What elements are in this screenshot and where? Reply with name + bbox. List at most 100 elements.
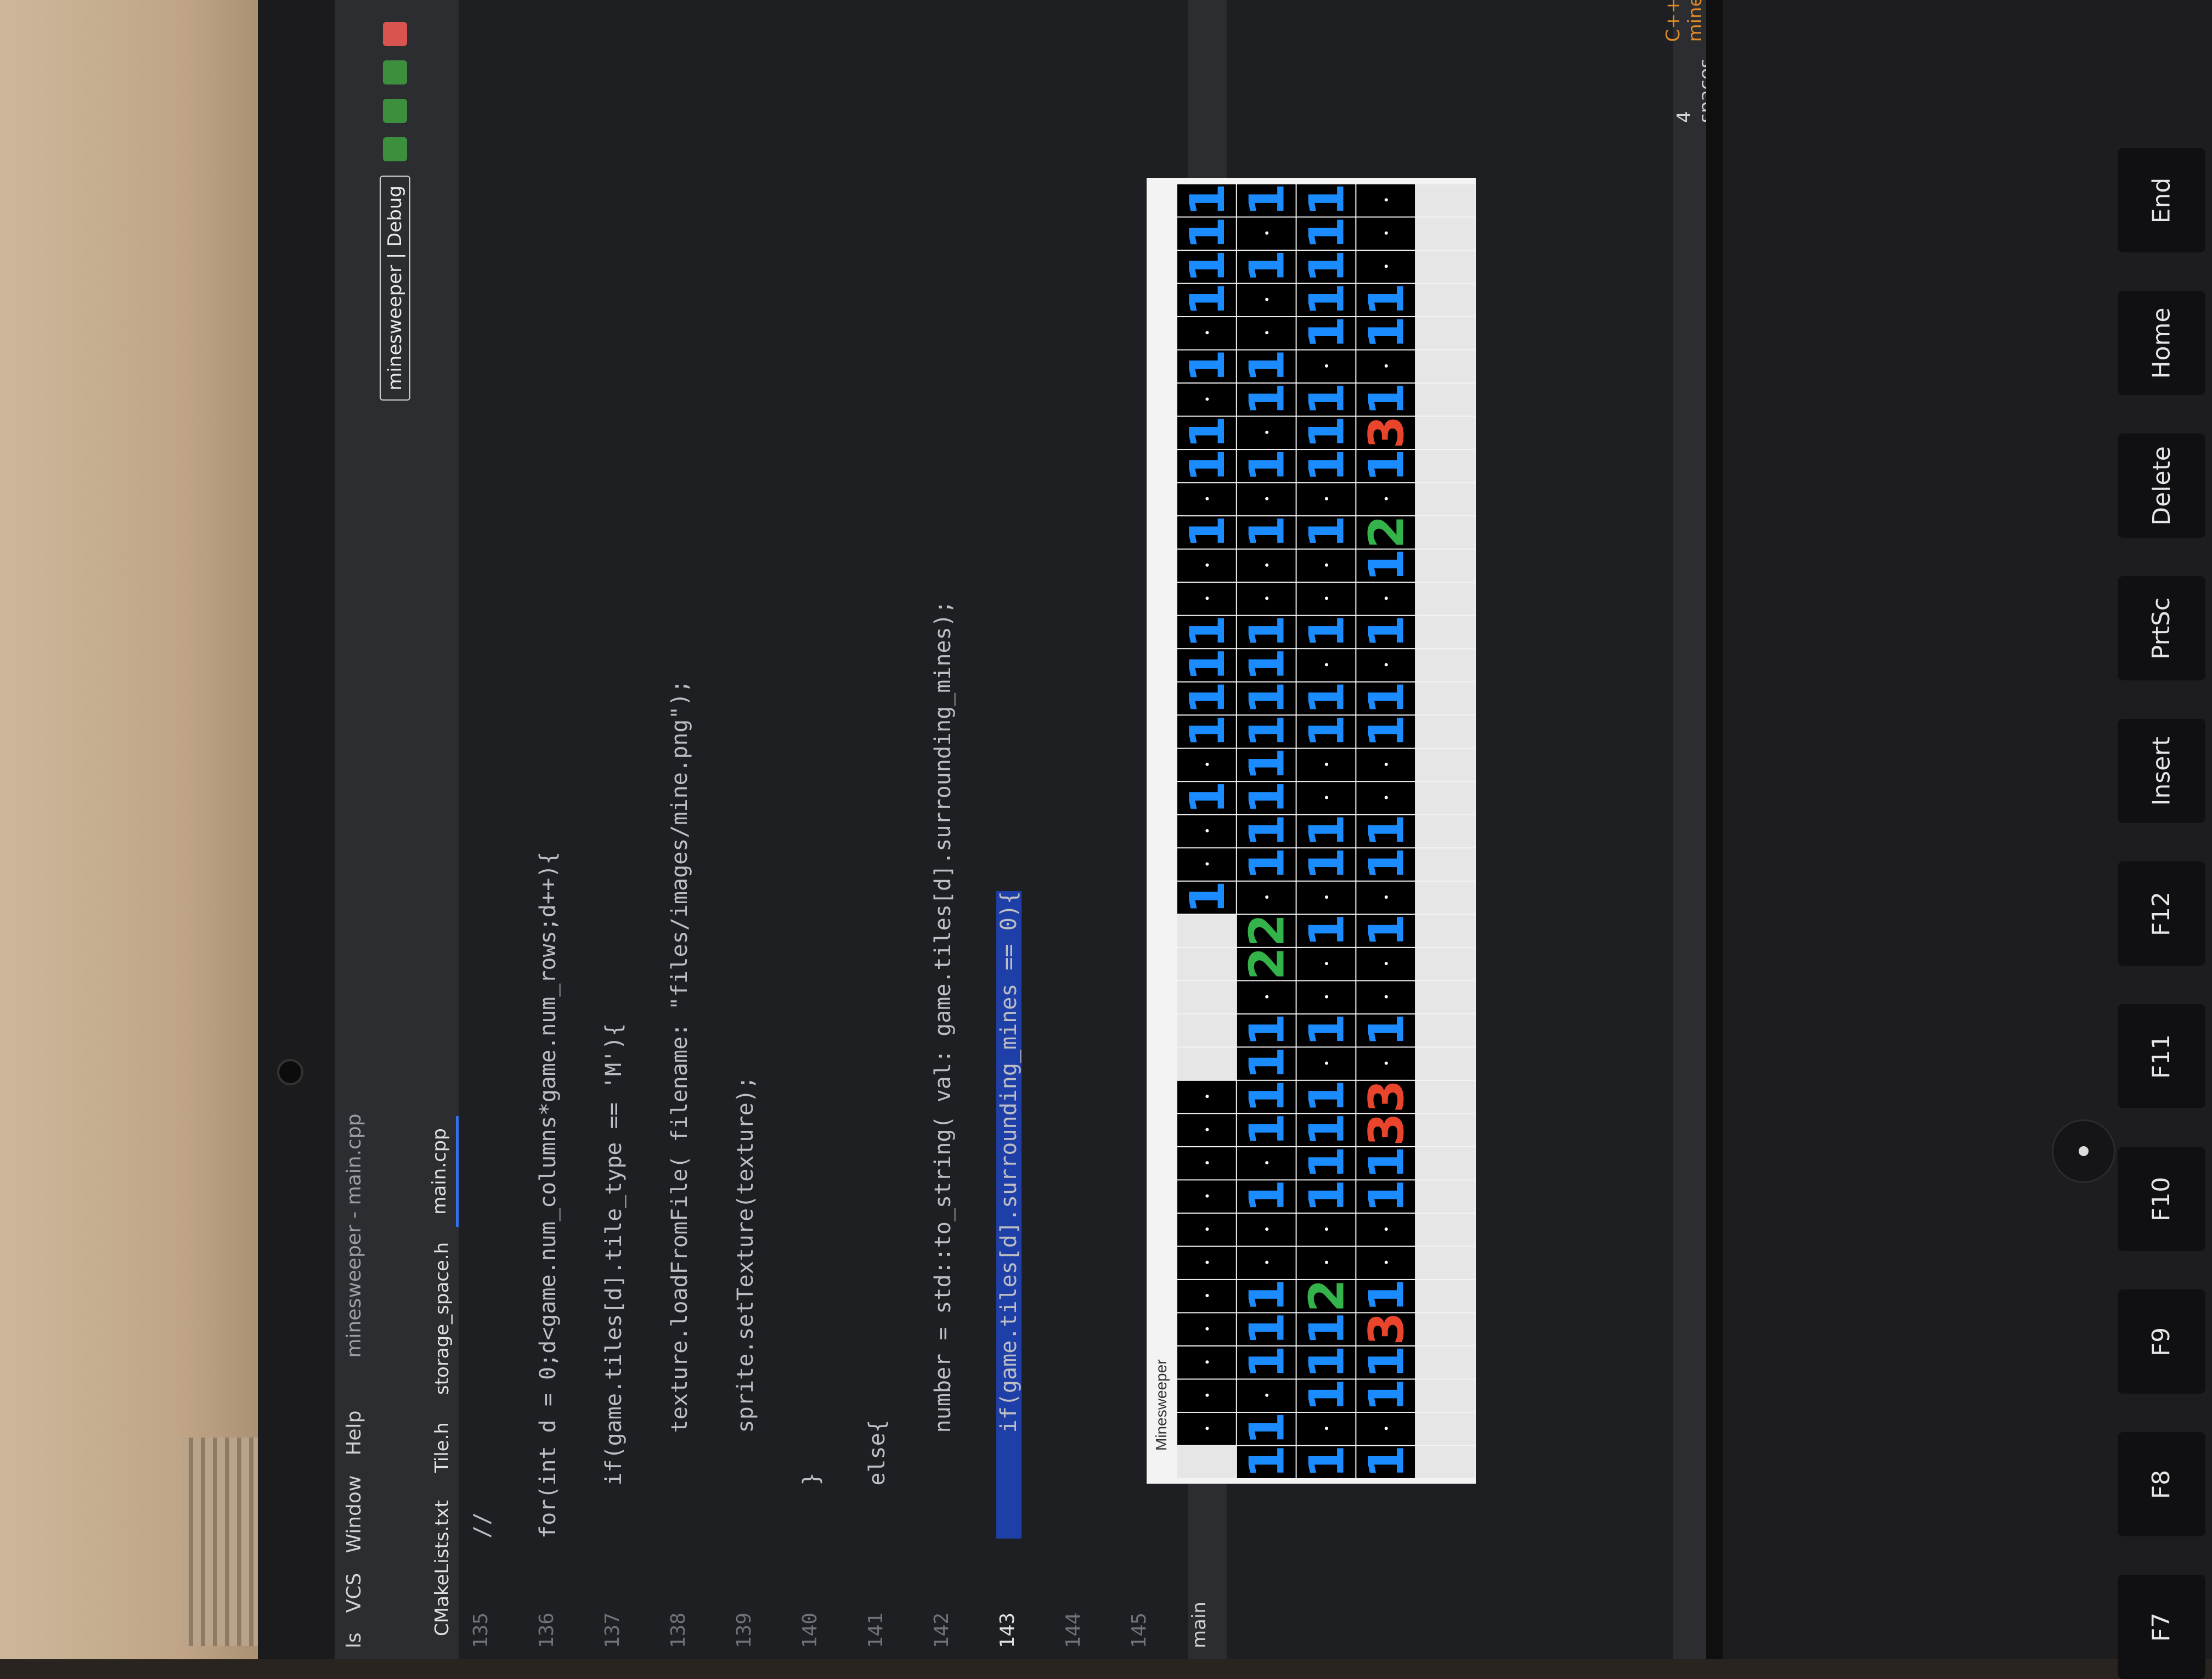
line-number: 138 [667, 1612, 690, 1648]
tile-dot [1205, 1427, 1209, 1430]
key-delete[interactable]: Delete [2118, 433, 2205, 538]
board-tile[interactable] [1416, 483, 1475, 516]
code-line: else{ [865, 1419, 890, 1539]
board-tile[interactable] [1177, 1047, 1236, 1080]
run-icon[interactable] [383, 137, 407, 161]
board-tile[interactable] [1416, 1412, 1475, 1445]
board-tile[interactable] [1416, 217, 1475, 250]
tile-dot [1205, 497, 1209, 500]
key-f9[interactable]: F9 [2118, 1289, 2205, 1394]
key-end[interactable]: End [2118, 148, 2205, 252]
board-tile[interactable] [1416, 815, 1475, 848]
board-tile[interactable] [1416, 549, 1475, 582]
board-tile[interactable] [1416, 1379, 1475, 1412]
stop-icon[interactable] [383, 22, 407, 46]
editor-tabs: CMakeLists.txt Tile.h storage_space.h ma… [417, 0, 459, 1659]
board-tile[interactable] [1416, 251, 1475, 283]
tile-number: 1 [1299, 1312, 1355, 1345]
board-tile[interactable] [1416, 715, 1475, 748]
tile-number: 1 [1299, 416, 1355, 449]
board-tile[interactable] [1416, 1213, 1475, 1246]
board-tile[interactable] [1416, 1280, 1475, 1312]
key-home[interactable]: Home [2118, 291, 2205, 395]
board-tile[interactable] [1416, 583, 1475, 615]
tab-tile-h[interactable]: Tile.h [426, 1410, 459, 1485]
code-line: } [799, 1472, 824, 1539]
key-f10[interactable]: F10 [2118, 1147, 2205, 1251]
code-line: number = std::to_string( val: game.tiles… [930, 600, 956, 1539]
board-tile[interactable] [1416, 748, 1475, 781]
menu-item-tools[interactable]: ls [343, 1632, 365, 1648]
board-tile[interactable] [1416, 350, 1475, 383]
power-button-icon[interactable] [2052, 1119, 2115, 1183]
menu-item-window[interactable]: Window [343, 1475, 365, 1553]
board-tile[interactable] [1416, 981, 1475, 1013]
key-label: F12 [2147, 891, 2176, 936]
tile-dot [1205, 1128, 1209, 1131]
board-tile[interactable] [1416, 1147, 1475, 1180]
coverage-icon[interactable] [383, 60, 407, 84]
board-tile[interactable] [1416, 848, 1475, 881]
board-tile[interactable] [1416, 416, 1475, 449]
board-tile[interactable] [1416, 1114, 1475, 1146]
board-tile[interactable] [1416, 317, 1475, 350]
board-tile[interactable] [1416, 1346, 1475, 1379]
tile-number: 1 [1358, 681, 1414, 715]
tile-dot [1325, 762, 1328, 766]
tile-number: 1 [1299, 814, 1355, 848]
board-tile[interactable] [1416, 1047, 1475, 1080]
key-prtsc[interactable]: PrtSc [2118, 576, 2205, 680]
key-label: Insert [2147, 736, 2176, 806]
board-tile[interactable] [1416, 1014, 1475, 1047]
board-tile[interactable] [1416, 516, 1475, 549]
tab-main-cpp[interactable]: main.cpp [423, 1116, 459, 1227]
board-tile[interactable] [1177, 915, 1236, 947]
board-tile[interactable] [1416, 1080, 1475, 1113]
debug-icon[interactable] [383, 99, 407, 123]
tile-number: 1 [1180, 250, 1235, 283]
board-tile[interactable] [1177, 1014, 1236, 1047]
tile-number: 1 [1239, 681, 1295, 715]
tile-dot [1265, 1227, 1269, 1231]
key-f8[interactable]: F8 [2118, 1432, 2205, 1536]
tile-number: 1 [1239, 1412, 1295, 1445]
menu-item-help[interactable]: Help [343, 1411, 365, 1456]
board-tile[interactable] [1416, 284, 1475, 317]
board-tile[interactable] [1177, 1446, 1236, 1478]
breadcrumb-function[interactable]: main [1188, 1602, 1210, 1648]
code-line: // [470, 1512, 495, 1539]
tile-number: 1 [1358, 316, 1414, 350]
key-insert[interactable]: Insert [2118, 719, 2205, 823]
tile-number: 1 [1299, 1146, 1355, 1180]
board-tile[interactable] [1416, 384, 1475, 416]
board-tile[interactable] [1416, 616, 1475, 649]
tab-cmakelists[interactable]: CMakeLists.txt [426, 1488, 459, 1648]
board-tile[interactable] [1416, 649, 1475, 681]
board-tile[interactable] [1416, 1313, 1475, 1345]
menu-item-vcs[interactable]: VCS [343, 1573, 365, 1613]
tile-number: 1 [1239, 350, 1295, 383]
run-config-selector[interactable]: minesweeper | Debug [380, 176, 410, 401]
board-tile[interactable] [1177, 981, 1236, 1013]
tab-storage-space-h[interactable]: storage_space.h [426, 1230, 459, 1407]
board-tile[interactable] [1416, 1180, 1475, 1213]
key-f7[interactable]: F7 [2118, 1575, 2205, 1679]
board-tile[interactable] [1416, 1247, 1475, 1279]
board-tile[interactable] [1416, 450, 1475, 482]
rotated-display: ls VCS Window Help minesweeper - main.cp… [335, 0, 1717, 1659]
tile-number: 1 [1180, 681, 1235, 715]
tile-number: 1 [1299, 847, 1355, 881]
board-tile[interactable] [1416, 1446, 1475, 1478]
tile-number: 1 [1299, 615, 1355, 649]
board-tile[interactable] [1416, 881, 1475, 914]
key-f11[interactable]: F11 [2118, 1004, 2205, 1108]
board-tile[interactable] [1416, 184, 1475, 217]
board-tile[interactable] [1177, 948, 1236, 981]
board-tile[interactable] [1416, 948, 1475, 981]
board-tile[interactable] [1416, 915, 1475, 947]
line-number: 140 [799, 1612, 821, 1648]
board-tile[interactable] [1416, 782, 1475, 814]
tile-number: 1 [1239, 382, 1295, 416]
key-f12[interactable]: F12 [2118, 861, 2205, 966]
board-tile[interactable] [1416, 682, 1475, 715]
